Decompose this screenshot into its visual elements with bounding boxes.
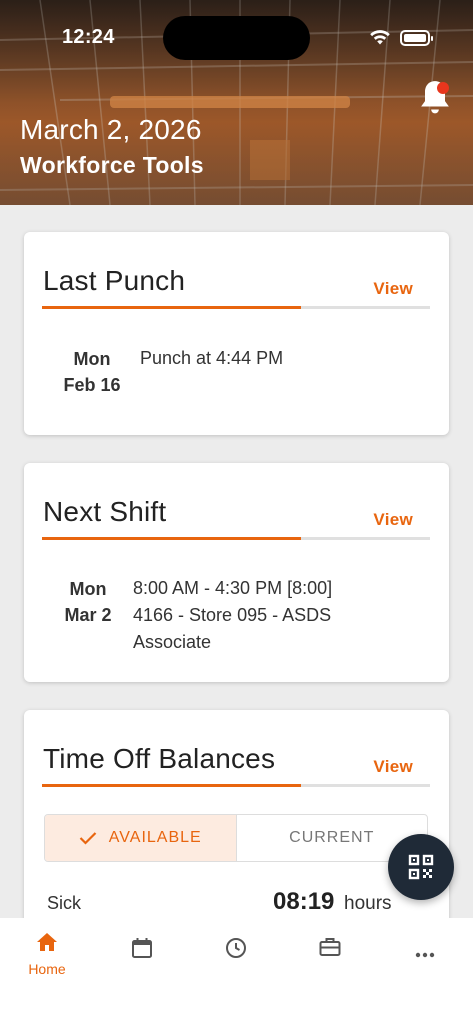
qr-code-icon — [408, 854, 434, 880]
punch-detail: Punch at 4:44 PM — [140, 348, 284, 368]
qr-scan-button[interactable] — [388, 834, 454, 900]
next-shift-card: Next Shift View Mon Mar 2 8:00 AM - 4:30… — [24, 463, 449, 682]
shift-time: 8:00 AM - 4:30 PM [8:00] — [133, 578, 333, 598]
nav-home-label: Home — [28, 961, 66, 977]
clock-icon — [226, 938, 246, 958]
nav-schedule[interactable] — [112, 937, 172, 964]
punch-day: Mon — [73, 349, 111, 369]
shift-date: Mon Mar 2 — [54, 576, 122, 628]
balance-value: 08:19 — [273, 888, 335, 915]
screen: 12:24 March 2, 2026 Workforce Tools Last… — [0, 0, 473, 1024]
shift-day: Mon — [69, 579, 107, 599]
more-icon — [415, 952, 435, 958]
card-title: Last Punch — [43, 265, 186, 296]
nav-home[interactable]: Home — [17, 932, 77, 977]
briefcase-icon — [319, 938, 341, 956]
card-title: Time Off Balances — [43, 743, 276, 774]
status-time: 12:24 — [62, 26, 115, 48]
balance-label: Sick — [47, 893, 82, 913]
next-shift-view-link[interactable]: View — [373, 510, 413, 530]
card-divider — [42, 537, 430, 540]
check-icon — [79, 832, 97, 845]
wifi-icon — [370, 30, 390, 45]
last-punch-card: Last Punch View Mon Feb 16 Punch at 4:44… — [24, 232, 449, 435]
nav-more[interactable] — [395, 945, 455, 963]
nav-timecard[interactable] — [206, 937, 266, 964]
camera-notch — [163, 16, 310, 60]
shift-details: 8:00 AM - 4:30 PM [8:00] 4166 - Store 09… — [133, 575, 332, 656]
punch-date-value: Feb 16 — [63, 375, 121, 395]
home-icon — [37, 933, 57, 951]
punch-date: Mon Feb 16 — [57, 346, 127, 398]
balance-unit: hours — [344, 893, 392, 914]
card-divider — [42, 306, 430, 309]
tab-available-label: AVAILABLE — [108, 829, 202, 846]
notification-badge — [437, 82, 449, 94]
notification-bell-icon[interactable] — [416, 78, 454, 118]
nav-work[interactable] — [300, 937, 360, 962]
shift-role: Associate — [133, 632, 212, 652]
header-date: March 2, 2026 — [20, 114, 202, 145]
shift-location: 4166 - Store 095 - ASDS — [133, 605, 332, 625]
card-divider — [42, 784, 430, 787]
last-punch-view-link[interactable]: View — [373, 279, 413, 299]
tab-current-label: CURRENT — [289, 829, 375, 846]
shift-date-value: Mar 2 — [64, 605, 112, 625]
battery-icon — [400, 30, 433, 46]
tab-available[interactable]: AVAILABLE — [45, 815, 237, 861]
time-off-view-link[interactable]: View — [373, 757, 413, 777]
header-subtitle: Workforce Tools — [20, 152, 204, 178]
card-title: Next Shift — [43, 496, 167, 527]
balance-toggle: AVAILABLE CURRENT — [44, 814, 428, 862]
bottom-nav: Home — [0, 918, 473, 1024]
calendar-icon — [132, 938, 152, 958]
